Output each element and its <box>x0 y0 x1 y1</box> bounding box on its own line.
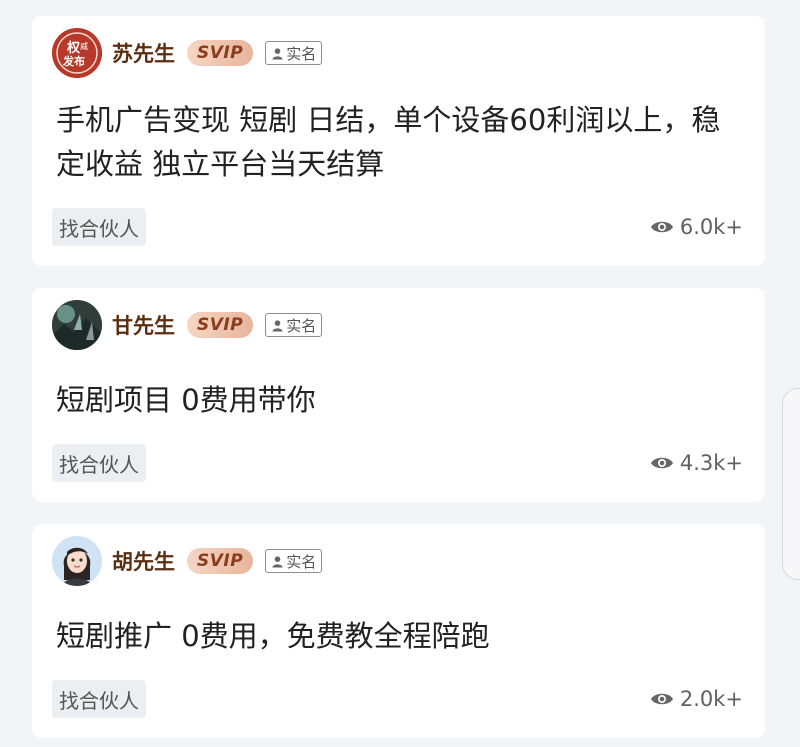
view-count: 4.3k+ <box>650 444 743 482</box>
post-title[interactable]: 短剧项目 0费用带你 <box>56 378 741 422</box>
view-count: 2.0k+ <box>650 680 743 718</box>
svg-text:权: 权 <box>66 40 81 56</box>
view-count-value: 2.0k+ <box>679 687 743 711</box>
avatar[interactable] <box>52 536 102 586</box>
post-card[interactable]: 甘先生 SVIP 实名 短剧项目 0费用带你 找合伙人 4.3k+ <box>32 288 765 502</box>
avatar[interactable] <box>52 300 102 350</box>
side-drawer-handle[interactable] <box>782 388 800 580</box>
post-header: 胡先生 SVIP 实名 <box>52 536 323 586</box>
eye-icon <box>650 457 673 469</box>
author-name[interactable]: 胡先生 <box>112 546 175 576</box>
verified-label: 实名 <box>286 44 317 63</box>
verified-badge: 实名 <box>265 549 323 573</box>
category-tag[interactable]: 找合伙人 <box>52 680 146 718</box>
person-icon <box>272 47 283 60</box>
verified-badge: 实名 <box>265 313 323 337</box>
verified-label: 实名 <box>286 552 317 571</box>
verified-badge: 实名 <box>265 41 323 65</box>
category-tag[interactable]: 找合伙人 <box>52 444 146 482</box>
svip-badge: SVIP <box>187 40 254 66</box>
official-release-seal-icon: 权 威 发布 <box>52 28 102 78</box>
post-header: 权 威 发布 苏先生 SVIP 实名 <box>52 28 323 78</box>
author-name[interactable]: 甘先生 <box>112 310 175 340</box>
person-icon <box>272 555 283 568</box>
author-name[interactable]: 苏先生 <box>112 38 175 68</box>
view-count-value: 4.3k+ <box>679 451 743 475</box>
svip-badge: SVIP <box>187 312 254 338</box>
post-card[interactable]: 胡先生 SVIP 实名 短剧推广 0费用，免费教全程陪跑 找合伙人 2.0k+ <box>32 524 765 738</box>
post-card[interactable]: 权 威 发布 苏先生 SVIP 实名 手机广告变现 短剧 日结，单个设备60利润… <box>32 16 765 266</box>
svip-badge: SVIP <box>187 548 254 574</box>
svg-text:威: 威 <box>80 41 88 51</box>
view-count-value: 6.0k+ <box>679 215 743 239</box>
svg-text:发布: 发布 <box>62 54 85 68</box>
post-header: 甘先生 SVIP 实名 <box>52 300 323 350</box>
post-title[interactable]: 短剧推广 0费用，免费教全程陪跑 <box>56 614 741 658</box>
view-count: 6.0k+ <box>650 208 743 246</box>
avatar[interactable]: 权 威 发布 <box>52 28 102 78</box>
landscape-photo-avatar-icon <box>52 300 102 350</box>
verified-label: 实名 <box>286 316 317 335</box>
eye-icon <box>650 693 673 705</box>
cartoon-woman-avatar-icon <box>52 536 102 586</box>
eye-icon <box>650 221 673 233</box>
post-title[interactable]: 手机广告变现 短剧 日结，单个设备60利润以上，稳定收益 独立平台当天结算 <box>56 98 741 186</box>
person-icon <box>272 319 283 332</box>
category-tag[interactable]: 找合伙人 <box>52 208 146 246</box>
